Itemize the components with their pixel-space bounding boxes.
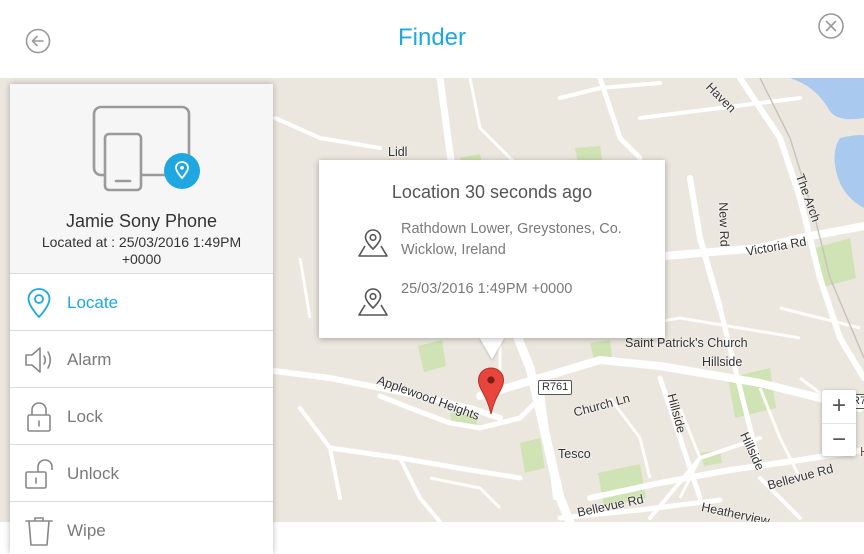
device-name: Jamie Sony Phone — [65, 211, 218, 231]
menu-item-unlock[interactable]: Unlock — [10, 445, 273, 502]
popup-title: Location 30 seconds ago — [391, 182, 593, 202]
map-label-hillside: Hillside — [702, 355, 743, 369]
header-bar: Finder — [0, 0, 864, 78]
map-label-new-rd: New Rd — [716, 202, 732, 247]
map-location-icon — [357, 287, 389, 317]
menu-item-locate[interactable]: Locate — [10, 274, 273, 331]
close-circle-icon[interactable] — [817, 12, 845, 40]
menu-label-wipe: Wipe — [67, 521, 106, 540]
menu-label-locate: Locate — [67, 293, 119, 312]
map-label-tesco: Tesco — [558, 447, 591, 461]
map-label-saint-patricks-church: Saint Patrick's Church — [625, 336, 748, 350]
trash-icon — [24, 515, 54, 547]
menu-label-alarm: Alarm — [67, 350, 112, 369]
zoom-control: + − — [822, 390, 856, 456]
map-label-lidl: Lidl — [388, 145, 408, 159]
map-location-icon — [357, 228, 389, 258]
menu-item-lock[interactable]: Lock — [10, 388, 273, 445]
padlock-icon — [24, 401, 54, 433]
zoom-in-button[interactable]: + — [822, 390, 856, 423]
device-card: Jamie Sony Phone Located at : 25/03/2016… — [10, 84, 273, 274]
location-pin-icon — [24, 287, 54, 319]
finder-app: Finder Lidl Saint Patrick's Church Tesco… — [0, 0, 864, 554]
popup-timestamp: 25/03/2016 1:49PM +0000 — [401, 281, 573, 297]
speaker-icon — [24, 344, 54, 376]
menu-label-unlock: Unlock — [67, 464, 119, 483]
popup-arrow — [479, 337, 505, 359]
map-pin-icon[interactable] — [477, 367, 505, 415]
popup-address: Rathdown Lower, Greystones, Co. Wicklow,… — [401, 221, 622, 258]
menu-label-lock: Lock — [67, 407, 103, 426]
devices-with-location-icon — [90, 104, 205, 196]
page-title: Finder — [397, 24, 467, 51]
menu-item-wipe[interactable]: Wipe — [10, 502, 273, 554]
menu-item-alarm[interactable]: Alarm — [10, 331, 273, 388]
road-badge-r761: R761 — [538, 380, 573, 395]
zoom-out-button[interactable]: − — [822, 423, 856, 456]
location-popup: Location 30 seconds ago Rathdown Lower, … — [319, 160, 665, 338]
device-side-panel: Jamie Sony Phone Located at : 25/03/2016… — [10, 84, 273, 554]
unlocked-padlock-icon — [24, 458, 54, 490]
device-located-at: Located at : 25/03/2016 1:49PM +0000 — [41, 234, 242, 267]
